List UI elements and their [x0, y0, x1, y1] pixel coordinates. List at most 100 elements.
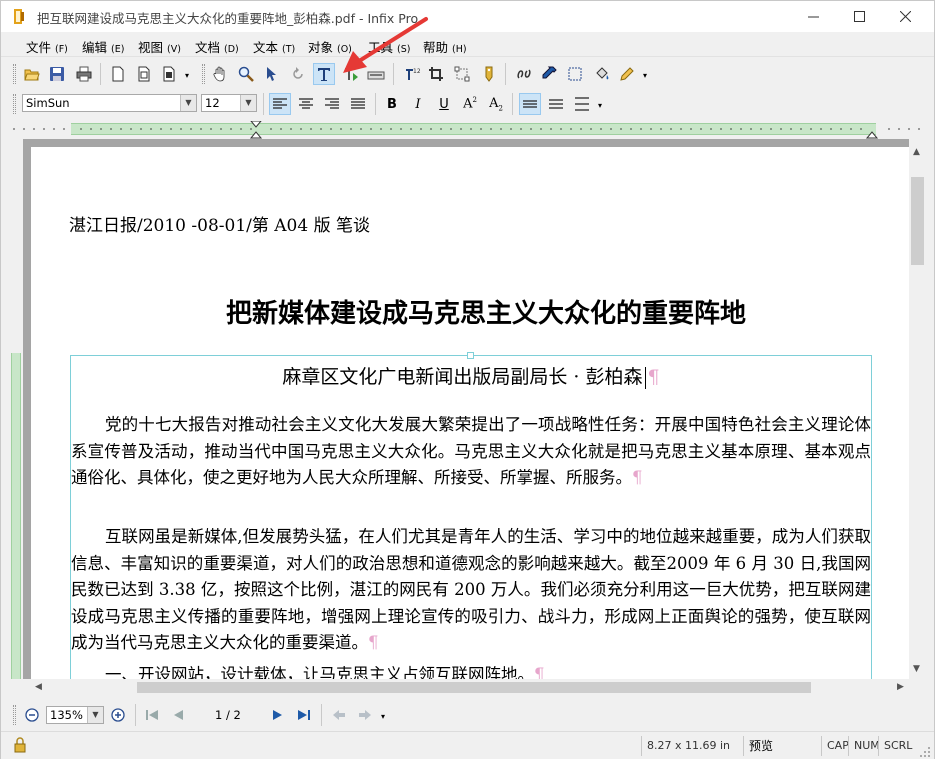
byline-text: 麻章区文化广电新闻出版局副局长 · 彭柏森	[282, 366, 643, 388]
main-toolbar: ▾ 123	[1, 59, 934, 89]
menu-document[interactable]: 文档 (D)	[195, 37, 239, 56]
zoom-in-icon	[111, 708, 125, 722]
last-page-icon	[298, 710, 310, 720]
newspaper-header: 湛江日报/2010 -08-01/第 A04 版 笔谈	[69, 216, 370, 236]
zoom-out-icon	[25, 708, 39, 722]
toolbar-grip[interactable]	[13, 94, 16, 114]
first-page-icon	[146, 710, 158, 720]
back-arrow-icon	[333, 710, 345, 720]
save-button[interactable]	[46, 63, 68, 85]
italic-button[interactable]: I	[407, 93, 429, 115]
stamp-button[interactable]	[478, 63, 500, 85]
hand-tool-button[interactable]	[209, 63, 231, 85]
zoom-out-button[interactable]	[21, 704, 43, 726]
line-spacing-single-button[interactable]	[519, 93, 541, 115]
scroll-thumb[interactable]	[137, 682, 811, 693]
toolbar-grip[interactable]	[202, 64, 205, 84]
toolbar-overflow-icon[interactable]: ▾	[598, 101, 602, 110]
back-button[interactable]	[328, 704, 350, 726]
select-tool-button[interactable]	[260, 63, 282, 85]
font-size-dropdown[interactable]: 12 ▼	[201, 94, 257, 112]
superscript-button[interactable]: A2	[459, 93, 481, 115]
paragraph-text: 互联网虽是新媒体,但发展势头猛，在人们尤其是青年人的生活、学习中的地位越来越重要…	[71, 527, 871, 652]
toolbar-overflow-icon[interactable]: ▾	[185, 71, 189, 80]
toolbar-separator	[375, 93, 376, 115]
open-button[interactable]	[21, 63, 43, 85]
marquee-button[interactable]	[564, 63, 586, 85]
first-page-button[interactable]	[141, 704, 163, 726]
toolbar-overflow-icon[interactable]: ▾	[381, 712, 385, 721]
frame-handle[interactable]	[467, 352, 474, 359]
paragraph[interactable]: 一、开设网站，设计载体，让马克思主义占领互联网阵地。¶	[71, 662, 871, 679]
pencil-button[interactable]	[616, 63, 638, 85]
subscript-button[interactable]: A2	[485, 93, 507, 115]
font-dropdown[interactable]: SimSun ▼	[22, 94, 197, 112]
fill-button[interactable]	[591, 63, 613, 85]
maximize-button[interactable]	[836, 1, 882, 32]
object-select-button[interactable]	[451, 63, 473, 85]
align-center-button[interactable]	[295, 93, 317, 115]
scroll-left-icon[interactable]: ◀	[35, 682, 42, 692]
zoom-dropdown[interactable]: 135% ▼	[46, 706, 104, 724]
paragraph-text: 党的十七大报告对推动社会主义文化大发展大繁荣提出了一项战略性任务：开展中国特色社…	[71, 415, 871, 487]
scroll-thumb[interactable]	[911, 177, 924, 265]
bold-button[interactable]: B	[381, 93, 403, 115]
toolbar-overflow-icon[interactable]: ▾	[643, 71, 647, 80]
menu-edit[interactable]: 编辑 (E)	[82, 37, 124, 56]
eyedropper-button[interactable]	[538, 63, 560, 85]
page-size-status: 8.27 x 11.69 in	[641, 736, 741, 756]
forward-button[interactable]	[354, 704, 376, 726]
line-spacing-double-button[interactable]	[571, 93, 593, 115]
justify-icon	[351, 98, 365, 109]
horizontal-scrollbar[interactable]: ◀ ▶	[23, 679, 909, 696]
toolbar-separator	[263, 93, 264, 115]
last-page-button[interactable]	[293, 704, 315, 726]
page-indicator[interactable]: 1 / 2	[215, 708, 241, 722]
chevron-down-icon: ▼	[87, 707, 103, 723]
line-spacing-single-icon	[523, 100, 537, 108]
justify-button[interactable]	[347, 93, 369, 115]
horizontal-ruler[interactable]	[9, 121, 929, 139]
minimize-button[interactable]	[790, 1, 836, 32]
zoom-in-button[interactable]	[107, 704, 129, 726]
next-page-button[interactable]	[267, 704, 289, 726]
align-left-button[interactable]	[269, 93, 291, 115]
pdf-page[interactable]: 湛江日报/2010 -08-01/第 A04 版 笔谈 把新媒体建设成马克思主义…	[31, 147, 909, 679]
menu-view[interactable]: 视图 (V)	[138, 37, 181, 56]
vertical-scrollbar[interactable]: ▲ ▼	[909, 139, 926, 679]
vertical-ruler[interactable]	[9, 139, 23, 679]
zoom-tool-button[interactable]	[235, 63, 257, 85]
ruler-ticks	[13, 121, 920, 139]
maximize-icon	[853, 11, 865, 22]
caps-lock-status: CAP	[821, 736, 849, 756]
page-button[interactable]	[107, 63, 129, 85]
tag-icon	[485, 66, 493, 82]
align-right-button[interactable]	[321, 93, 343, 115]
link-button[interactable]	[513, 63, 535, 85]
line-spacing-medium-button[interactable]	[545, 93, 567, 115]
menu-text[interactable]: 文本 (T)	[253, 37, 295, 56]
underline-button[interactable]: U	[433, 93, 455, 115]
resize-grip-icon[interactable]	[919, 746, 931, 758]
page-fit-button[interactable]	[133, 63, 155, 85]
page-width-button[interactable]	[158, 63, 180, 85]
hand-icon	[213, 66, 225, 82]
text-frame[interactable]: 麻章区文化广电新闻出版局副局长 · 彭柏森 ¶ 党的十七大报告对推动社会主义文化大…	[70, 352, 872, 679]
previous-page-button[interactable]	[167, 704, 189, 726]
menu-file[interactable]: 文件 (F)	[26, 37, 68, 56]
scroll-down-icon[interactable]: ▼	[913, 664, 920, 674]
toolbar-grip[interactable]	[13, 705, 16, 725]
document-canvas[interactable]: 湛江日报/2010 -08-01/第 A04 版 笔谈 把新媒体建设成马克思主义…	[23, 139, 909, 679]
app-logo-icon	[14, 9, 24, 24]
print-button[interactable]	[73, 63, 95, 85]
paragraph[interactable]: 党的十七大报告对推动社会主义文化大发展大繁荣提出了一项战略性任务：开展中国特色社…	[71, 412, 871, 492]
text-t-icon	[318, 68, 330, 81]
scroll-right-icon[interactable]: ▶	[897, 682, 904, 692]
toolbar-grip[interactable]	[13, 64, 16, 84]
paragraph[interactable]: 互联网虽是新媒体,但发展势头猛，在人们尤其是青年人的生活、学习中的地位越来越重要…	[71, 524, 871, 657]
scroll-up-icon[interactable]: ▲	[913, 147, 920, 157]
bold-icon: B	[387, 96, 397, 112]
rotate-tool-button[interactable]	[287, 63, 309, 85]
close-button[interactable]	[882, 1, 928, 32]
printer-icon	[76, 66, 92, 82]
